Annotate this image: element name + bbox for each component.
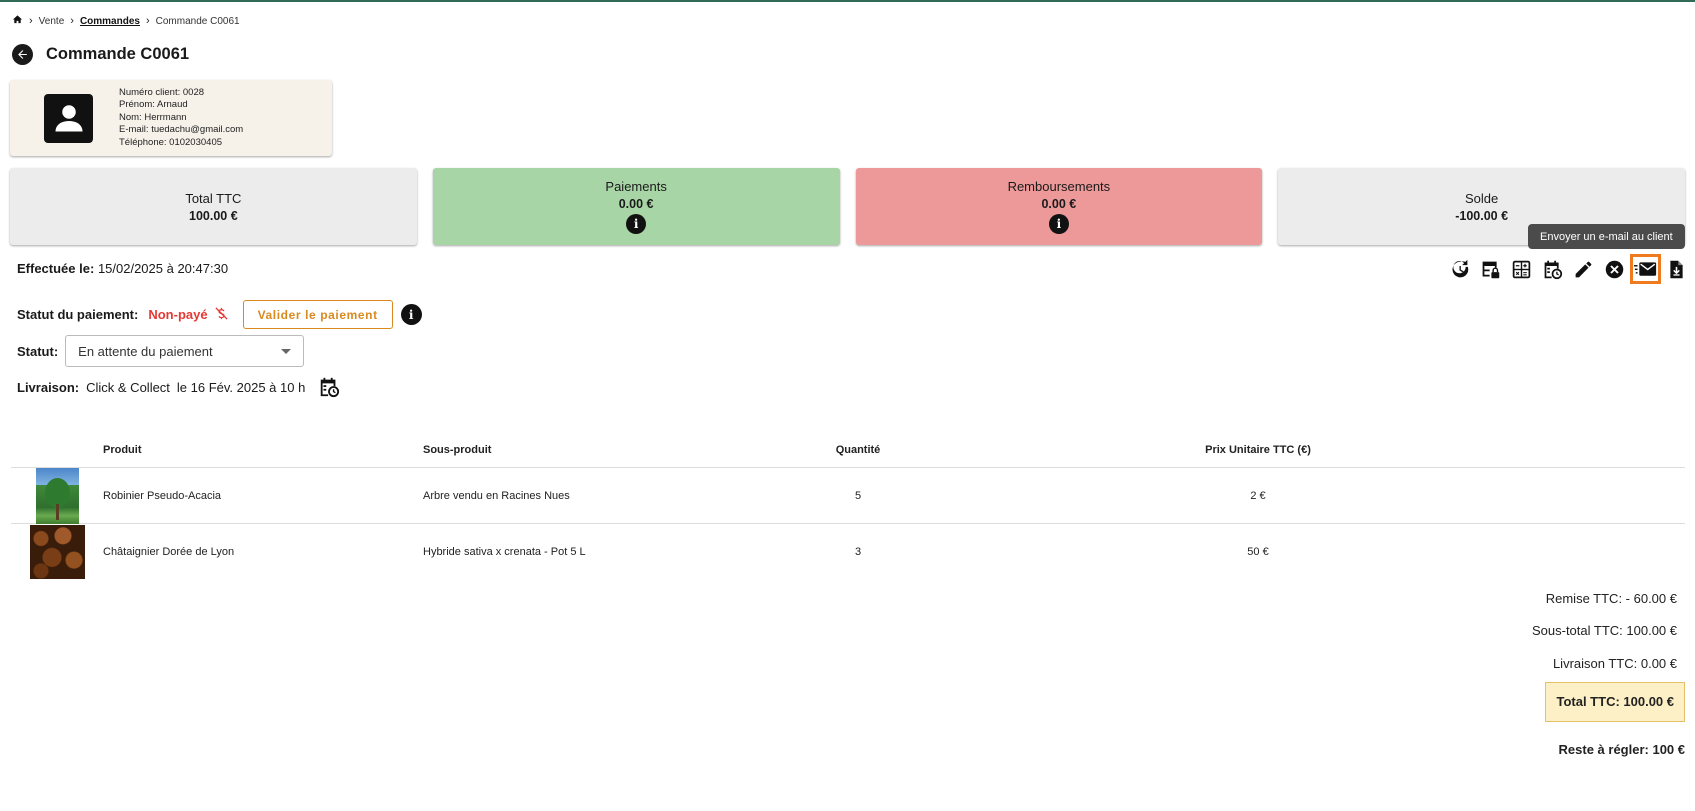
stat-paiements-value: 0.00 € [618,197,654,211]
reste-a-regler: Reste à régler: 100 € [1558,742,1685,758]
breadcrumb-current: Commande C0061 [155,15,240,27]
header-quantite: Quantité [835,443,881,456]
table-row: Châtaignier Dorée de Lyon Hybride sativa… [11,524,1685,580]
total-ttc-box: Total TTC: 100.00 € [1545,681,1685,722]
order-status-label: Statut: [17,343,59,359]
info-icon[interactable]: i [400,304,422,325]
client-info: Numéro client: 0028 Prénom: Arnaud Nom: … [119,87,243,150]
calendar-clock-icon[interactable] [1537,254,1568,284]
stat-remb-value: 0.00 € [1041,197,1077,211]
email-icon[interactable] [1630,254,1661,284]
livraison-date: le 16 Fév. 2025 à 10 h [176,379,306,395]
validate-payment-button[interactable]: Valider le paiement [242,300,393,329]
stat-remboursements: Remboursements 0.00 € i [855,168,1263,245]
breadcrumb-commandes[interactable]: Commandes [80,16,140,27]
table-row: Robinier Pseudo-Acacia Arbre vendu en Ra… [11,467,1685,524]
stat-total-value: 100.00 € [189,208,238,223]
home-icon[interactable] [12,14,23,28]
order-date-row: Effectuée le: 15/02/2025 à 20:47:30 [17,261,228,276]
total-livraison: Livraison TTC: 0.00 € [1552,655,1677,671]
row-produit: Robinier Pseudo-Acacia [103,489,222,502]
order-toolbar [1444,254,1692,284]
order-date-value: 15/02/2025 à 20:47:30 [97,261,229,276]
order-date-label: Effectuée le: [17,261,95,276]
header-prix: Prix Unitaire TTC (€) [1205,443,1311,456]
order-items-table: Produit Sous-produit Quantité Prix Unita… [11,432,1685,580]
back-arrow-icon[interactable] [12,44,33,65]
total-sous-total: Sous-total TTC: 100.00 € [1531,623,1677,639]
product-image-chestnut [29,525,85,579]
totals-summary: Remise TTC: - 60.00 € Sous-total TTC: 10… [1532,582,1685,766]
row-prix: 2 € [1250,489,1266,502]
breadcrumb: › Vente › Commandes › Commande C0061 [12,14,240,28]
client-numero: Numéro client: 0028 [119,86,205,98]
table-lock-icon[interactable] [1475,254,1506,284]
stat-remb-label: Remboursements [1007,179,1111,194]
chevron-right-icon: › [29,15,33,27]
no-money-icon [214,306,229,324]
row-sous-produit: Hybride sativa x crenata - Pot 5 L [423,546,586,558]
row-quantite: 3 [854,546,862,558]
stat-total-label: Total TTC [185,190,242,206]
total-remise: Remise TTC: - 60.00 € [1545,590,1677,606]
row-prix: 50 € [1247,546,1269,558]
table-header: Produit Sous-produit Quantité Prix Unita… [11,432,1685,468]
payment-status-label: Statut du paiement: [17,307,139,322]
calculator-icon[interactable] [1506,254,1537,284]
calendar-clock-icon[interactable] [318,376,340,398]
client-telephone: Téléphone: 0102030405 [119,136,223,148]
row-produit: Châtaignier Dorée de Lyon [103,546,235,558]
stat-paiements: Paiements 0.00 € i [432,168,840,245]
payment-status-value: Non-payé [148,307,208,322]
top-accent-line [0,0,1695,2]
chevron-right-icon: › [70,15,74,27]
stat-solde-value: -100.00 € [1455,208,1509,223]
client-nom: Nom: Herrmann [119,111,187,123]
client-email: E-mail: tuedachu@gmail.com [119,124,244,136]
row-sous-produit: Arbre vendu en Racines Nues [423,489,570,502]
order-status-value: En attente du paiement [78,343,213,359]
order-status-select[interactable]: En attente du paiement [65,335,305,367]
stat-paiements-label: Paiements [605,179,667,194]
file-download-icon[interactable] [1661,254,1692,284]
client-card: Numéro client: 0028 Prénom: Arnaud Nom: … [10,80,332,156]
cancel-icon[interactable] [1599,254,1630,284]
product-image-tree [35,467,79,524]
person-icon [44,93,93,143]
title-row: Commande C0061 [12,44,189,65]
livraison-mode: Click & Collect [86,379,170,395]
header-produit: Produit [103,443,142,456]
info-icon[interactable]: i [1048,214,1069,234]
info-icon[interactable]: i [626,214,647,234]
livraison-label: Livraison: [17,379,80,395]
pencil-icon[interactable] [1568,254,1599,284]
payment-status-row: Statut du paiement: Non-payé Valider le … [17,300,422,329]
history-icon[interactable] [1444,254,1475,284]
breadcrumb-vente[interactable]: Vente [39,16,65,27]
page-title: Commande C0061 [46,45,190,63]
row-quantite: 5 [854,489,862,502]
stat-total-ttc: Total TTC 100.00 € [10,168,417,245]
client-prenom: Prénom: Arnaud [119,99,188,111]
email-tooltip: Envoyer un e-mail au client [1528,224,1685,249]
stat-solde-label: Solde [1465,190,1499,206]
header-sous-produit: Sous-produit [423,443,492,456]
chevron-down-icon [281,348,292,354]
livraison-row: Livraison: Click & Collect le 16 Fév. 20… [17,376,340,398]
stats-row: Total TTC 100.00 € Paiements 0.00 € i Re… [10,168,1685,245]
chevron-right-icon: › [145,15,150,27]
order-status-row: Statut: En attente du paiement [17,335,305,367]
